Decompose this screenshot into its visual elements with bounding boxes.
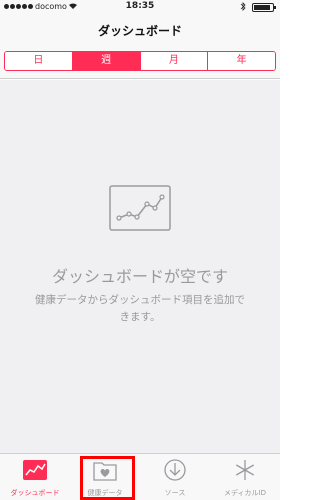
navigation-bar: ダッシュボード — [0, 14, 280, 46]
empty-chart-icon — [109, 185, 171, 231]
segment-month[interactable]: 月 — [140, 52, 209, 70]
tab-sources-label: ソース — [164, 489, 186, 497]
download-icon — [164, 459, 186, 481]
battery-icon — [252, 3, 276, 12]
empty-state-title: ダッシュボードが空です — [51, 267, 228, 286]
tab-medical-id[interactable]: メディカルID — [210, 454, 280, 500]
segment-week[interactable]: 週 — [72, 52, 141, 70]
bluetooth-icon — [240, 2, 246, 13]
period-segmented-control: 日 週 月 年 — [4, 51, 276, 71]
status-bar: docomo 18:35 — [0, 0, 280, 14]
empty-state-description: 健康データからダッシュボード項目を追加できます。 — [35, 294, 245, 323]
tab-medical-id-label: メディカルID — [224, 489, 266, 497]
asterisk-icon — [235, 460, 255, 480]
highlight-annotation-box — [80, 456, 135, 500]
segment-day[interactable]: 日 — [5, 52, 73, 70]
dashboard-chart-icon — [23, 460, 47, 480]
page-title: ダッシュボード — [97, 24, 182, 38]
period-selector-bar: 日 週 月 年 — [0, 46, 280, 79]
tab-dashboard[interactable]: ダッシュボード — [0, 454, 70, 500]
status-time: 18:35 — [125, 1, 155, 11]
segment-year[interactable]: 年 — [208, 52, 275, 70]
tab-dashboard-label: ダッシュボード — [10, 489, 60, 497]
tab-sources[interactable]: ソース — [140, 454, 210, 500]
dashboard-content: ダッシュボードが空です 健康データからダッシュボード項目を追加できます。 — [0, 80, 280, 453]
tab-bar: ダッシュボード 健康データ ソース メディカルID — [0, 453, 280, 500]
